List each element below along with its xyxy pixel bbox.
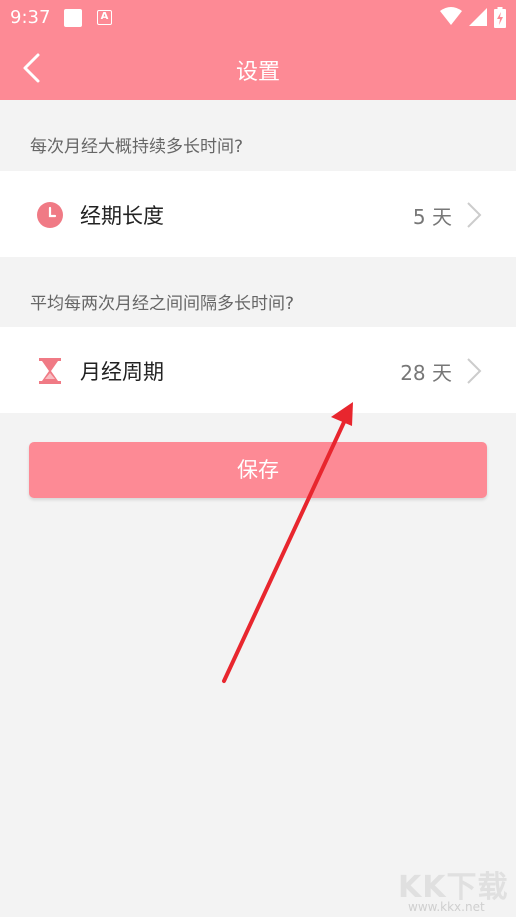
section-question-duration: 每次月经大概持续多长时间? — [30, 137, 244, 157]
row-label-cycle-length: 月经周期 — [80, 360, 164, 384]
row-value-cycle-length: 28 天 — [400, 361, 452, 385]
chevron-right-icon — [467, 358, 482, 384]
save-button[interactable]: 保存 — [29, 442, 487, 498]
section-question-cycle: 平均每两次月经之间间隔多长时间? — [30, 294, 295, 314]
watermark: KK下载 www.kkx.net — [398, 862, 510, 914]
signal-icon — [469, 8, 487, 26]
title-bar: 设置 — [0, 36, 516, 100]
hourglass-icon — [39, 358, 61, 384]
row-label-period-length: 经期长度 — [80, 204, 164, 228]
page-title: 设置 — [235, 60, 280, 85]
battery-charging-icon — [494, 7, 506, 28]
row-cycle-length[interactable]: 月经周期 28 天 — [0, 327, 516, 413]
clock-icon — [37, 202, 63, 228]
row-value-period-length: 5 天 — [412, 205, 452, 229]
watermark-url: www.kkx.net — [408, 900, 485, 914]
a-badge-icon: A — [97, 10, 112, 25]
wifi-icon — [440, 7, 462, 25]
status-bar: 9:37 A — [0, 0, 516, 36]
square-notification-icon — [64, 9, 82, 27]
chevron-right-icon — [467, 202, 482, 228]
row-period-length[interactable]: 经期长度 5 天 — [0, 171, 516, 257]
status-time: 9:37 — [10, 7, 51, 28]
